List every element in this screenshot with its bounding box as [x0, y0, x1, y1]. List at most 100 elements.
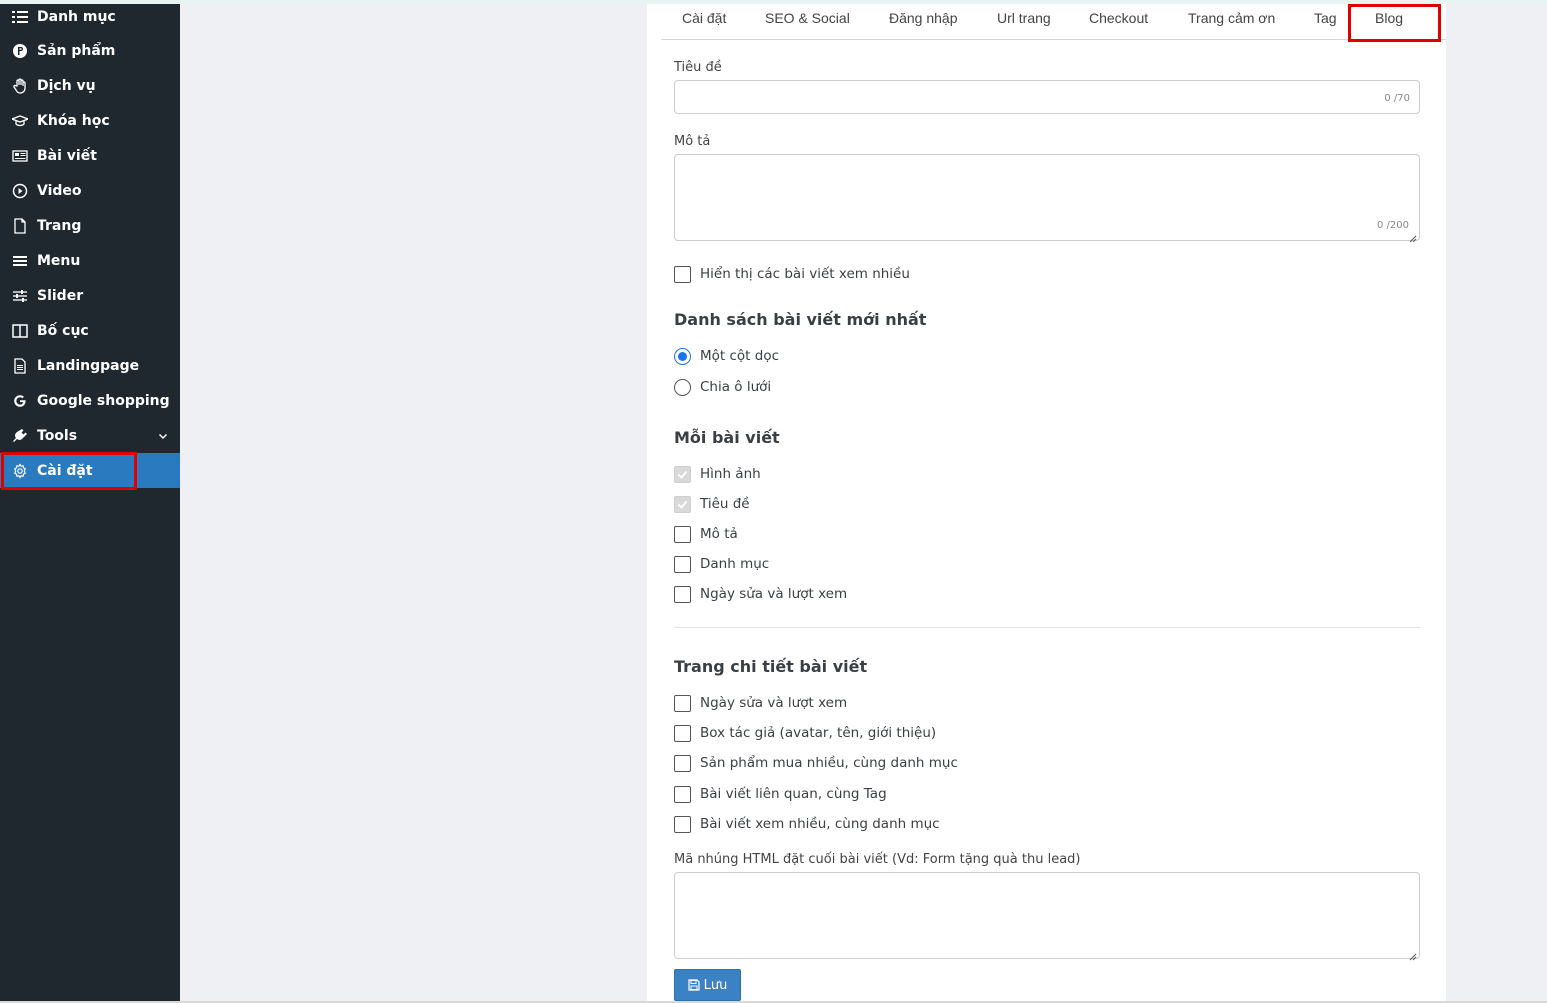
checkbox-detail-date-views[interactable]	[674, 694, 691, 712]
bars-icon	[12, 253, 28, 269]
sidebar-item-label: Slider	[37, 287, 84, 304]
sidebar-item-label: Google shopping	[37, 392, 170, 409]
show-popular-checkbox-row[interactable]: Hiển thị các bài viết xem nhiều	[674, 265, 910, 283]
chevron-down-icon	[158, 429, 168, 440]
sidebar-item-video[interactable]: Video	[0, 173, 180, 208]
tab-dang-nhap[interactable]: Đăng nhập	[889, 10, 958, 26]
tab-cai-dat[interactable]: Cài đặt	[682, 10, 726, 26]
detail-option-popular-products[interactable]: Sản phẩm mua nhiều, cùng danh mục	[674, 754, 958, 772]
option-label: Hình ảnh	[700, 466, 761, 482]
embed-html-textarea[interactable]	[674, 872, 1420, 961]
plug-icon	[12, 428, 28, 444]
checkbox-popular-products[interactable]	[674, 754, 691, 772]
checkbox-date-views[interactable]	[674, 585, 691, 603]
description-textarea[interactable]: 0 /200	[674, 154, 1420, 243]
radio-label: Một cột dọc	[700, 348, 780, 364]
checkbox-title[interactable]	[674, 495, 691, 513]
checkmark-icon	[677, 500, 688, 509]
description-label: Mô tả	[674, 134, 711, 149]
save-button[interactable]: Lưu	[674, 969, 741, 1001]
sidebar-item-label: Tools	[37, 427, 78, 444]
checkbox-description[interactable]	[674, 525, 691, 543]
checkmark-icon	[677, 470, 688, 479]
hand-icon	[12, 77, 28, 94]
columns-icon	[12, 323, 28, 339]
list-icon	[12, 9, 28, 25]
sidebar-item-menu[interactable]: Menu	[0, 243, 180, 278]
sidebar-item-dich-vu[interactable]: Dịch vụ	[0, 68, 180, 103]
layout-radio-grid[interactable]: Chia ô lưới	[674, 378, 771, 396]
checkbox-category[interactable]	[674, 555, 691, 573]
show-popular-checkbox[interactable]	[674, 265, 691, 283]
section-divider	[674, 627, 1420, 628]
play-circle-icon	[12, 183, 28, 199]
sidebar-item-trang[interactable]: Trang	[0, 208, 180, 243]
tab-trang-cam-on[interactable]: Trang cảm ơn	[1188, 10, 1275, 26]
sidebar-item-landingpage[interactable]: Landingpage	[0, 348, 180, 383]
radio-grid[interactable]	[674, 378, 691, 396]
option-label: Bài viết liên quan, cùng Tag	[700, 786, 887, 802]
each-post-option-image[interactable]: Hình ảnh	[674, 465, 761, 483]
sidebar-item-label: Menu	[37, 252, 81, 269]
sidebar-item-label: Sản phẩm	[37, 42, 116, 59]
settings-tabs: Cài đặt SEO & Social Đăng nhập Url trang…	[661, 4, 1446, 40]
each-post-option-category[interactable]: Danh mục	[674, 555, 769, 573]
tab-tag[interactable]: Tag	[1314, 10, 1337, 26]
sidebar-item-khoa-hoc[interactable]: Khóa học	[0, 103, 180, 138]
sliders-icon	[12, 288, 28, 304]
file-icon	[12, 217, 28, 234]
checkbox-author-box[interactable]	[674, 724, 691, 742]
tab-checkout[interactable]: Checkout	[1089, 10, 1148, 26]
option-label: Tiêu đề	[700, 496, 750, 512]
tab-url-trang[interactable]: Url trang	[997, 10, 1051, 26]
embed-html-label: Mã nhúng HTML đặt cuối bài viết (Vd: For…	[674, 852, 1081, 867]
tab-blog[interactable]: Blog	[1375, 10, 1403, 26]
resize-handle-icon[interactable]	[1407, 228, 1417, 243]
checkbox-image[interactable]	[674, 465, 691, 483]
tab-seo-social[interactable]: SEO & Social	[765, 10, 850, 26]
latest-list-heading: Danh sách bài viết mới nhất	[674, 310, 927, 329]
checkbox-related-posts[interactable]	[674, 785, 691, 803]
detail-option-related-posts[interactable]: Bài viết liên quan, cùng Tag	[674, 785, 887, 803]
google-icon	[12, 393, 28, 409]
option-label: Ngày sửa và lượt xem	[700, 695, 848, 711]
floppy-disk-icon	[688, 979, 700, 991]
sidebar-item-tools[interactable]: Tools	[0, 418, 180, 453]
checkbox-popular-posts[interactable]	[674, 815, 691, 833]
sidebar-item-google-shopping[interactable]: Google shopping	[0, 383, 180, 418]
each-post-option-title[interactable]: Tiêu đề	[674, 495, 750, 513]
product-p-icon	[12, 43, 28, 59]
sidebar-item-label: Khóa học	[37, 112, 110, 129]
detail-option-date-views[interactable]: Ngày sửa và lượt xem	[674, 694, 847, 712]
option-label: Sản phẩm mua nhiều, cùng danh mục	[700, 755, 958, 771]
sidebar-item-cai-dat[interactable]: Cài đặt	[0, 453, 180, 488]
sidebar-item-label: Bố cục	[37, 322, 89, 339]
sidebar-item-label: Video	[37, 182, 82, 199]
sidebar-item-label: Dịch vụ	[37, 77, 96, 94]
option-label: Box tác giả (avatar, tên, giới thiệu)	[700, 725, 937, 741]
gear-icon	[12, 462, 28, 479]
option-label: Bài viết xem nhiều, cùng danh mục	[700, 816, 940, 832]
detail-option-author-box[interactable]: Box tác giả (avatar, tên, giới thiệu)	[674, 724, 936, 742]
sidebar-item-label: Cài đặt	[37, 462, 93, 479]
sidebar-item-danh-muc[interactable]: Danh mục	[0, 0, 180, 34]
resize-handle-icon[interactable]	[1407, 946, 1417, 961]
layout-radio-one-column[interactable]: Một cột dọc	[674, 347, 779, 365]
sidebar-item-slider[interactable]: Slider	[0, 278, 180, 313]
detail-option-popular-posts[interactable]: Bài viết xem nhiều, cùng danh mục	[674, 815, 940, 833]
radio-one-column[interactable]	[674, 347, 691, 365]
sidebar-item-bo-cuc[interactable]: Bố cục	[0, 313, 180, 348]
title-char-counter: 0 /70	[1384, 93, 1410, 104]
each-post-option-date-views[interactable]: Ngày sửa và lượt xem	[674, 585, 847, 603]
show-popular-label: Hiển thị các bài viết xem nhiều	[700, 266, 910, 282]
sidebar-item-bai-viet[interactable]: Bài viết	[0, 138, 180, 173]
description-char-counter: 0 /200	[1377, 220, 1409, 231]
blog-settings-panel: Cài đặt SEO & Social Đăng nhập Url trang…	[647, 4, 1446, 1001]
each-post-option-description[interactable]: Mô tả	[674, 525, 738, 543]
sidebar-item-san-pham[interactable]: Sản phẩm	[0, 33, 180, 68]
option-label: Mô tả	[700, 526, 738, 542]
each-post-heading: Mỗi bài viết	[674, 428, 780, 447]
sidebar-item-label: Trang	[37, 217, 82, 234]
detail-page-heading: Trang chi tiết bài viết	[674, 657, 868, 676]
title-input[interactable]: 0 /70	[674, 80, 1420, 114]
